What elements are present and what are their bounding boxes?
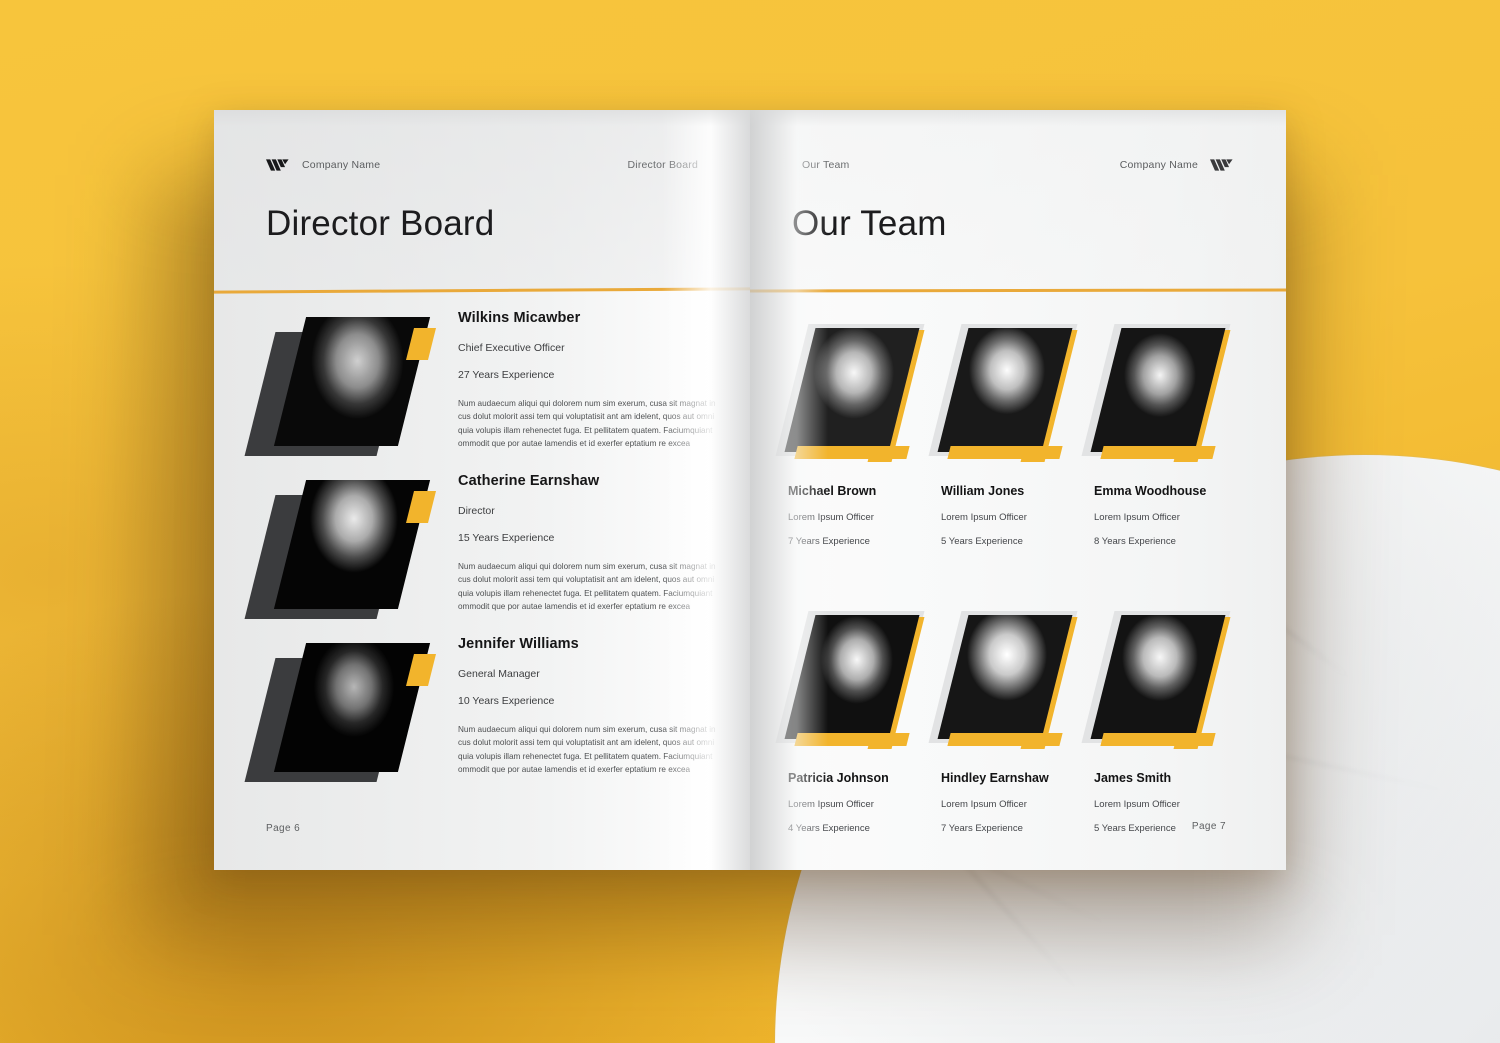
team-grid: Michael Brown Lorem Ipsum Officer 7 Year…: [775, 324, 1248, 834]
member-role: Lorem Ipsum Officer: [1094, 512, 1180, 523]
brochure-spread: Company Name Director Board Director Boa…: [214, 110, 1286, 870]
company-logo-icon: [266, 157, 290, 173]
member-name: Michael Brown: [788, 484, 877, 498]
right-page: Our Team Company Name Our Team Michael B…: [750, 110, 1286, 870]
member-photo-frame: [1081, 611, 1242, 757]
director-text-block: Catherine Earnshaw Director 15 Years Exp…: [458, 473, 738, 613]
team-member-card: William Jones Lorem Ipsum Officer 5 Year…: [928, 324, 1094, 547]
yellow-accent-bar: [947, 446, 1063, 459]
member-name: William Jones: [941, 484, 1025, 498]
team-member-card: Emma Woodhouse Lorem Ipsum Officer 8 Yea…: [1081, 324, 1247, 547]
member-experience: 5 Years Experience: [941, 536, 1023, 547]
member-name: Patricia Johnson: [788, 771, 889, 785]
director-name: Catherine Earnshaw: [458, 473, 600, 489]
member-photo-frame: [775, 611, 936, 757]
director-bio: Num audaecum aliqui qui dolorem num sim …: [458, 562, 716, 611]
director-row: Catherine Earnshaw Director 15 Years Exp…: [214, 469, 750, 632]
member-experience: 7 Years Experience: [941, 823, 1023, 834]
member-photo-frame: [928, 611, 1089, 757]
left-running-header: Company Name Director Board: [266, 154, 698, 176]
director-photo-frame: [244, 640, 436, 783]
right-section-label: Our Team: [802, 159, 850, 171]
member-role: Lorem Ipsum Officer: [1094, 799, 1180, 810]
member-experience: 8 Years Experience: [1094, 536, 1176, 547]
member-name: Emma Woodhouse: [1094, 484, 1207, 498]
team-member-card: James Smith Lorem Ipsum Officer 5 Years …: [1081, 611, 1247, 834]
member-experience: 4 Years Experience: [788, 823, 870, 834]
director-role: Director: [458, 505, 495, 517]
yellow-accent-bar: [794, 446, 910, 459]
company-name-label: Company Name: [1119, 159, 1198, 171]
director-experience: 15 Years Experience: [458, 532, 555, 544]
member-photo-frame: [928, 324, 1089, 470]
director-row: Wilkins Micawber Chief Executive Officer…: [214, 306, 750, 469]
director-text-block: Wilkins Micawber Chief Executive Officer…: [458, 310, 738, 450]
left-page-title: Director Board: [266, 204, 495, 243]
yellow-accent-bar: [947, 733, 1063, 746]
director-role: Chief Executive Officer: [458, 342, 565, 354]
director-bio: Num audaecum aliqui qui dolorem num sim …: [458, 399, 716, 448]
yellow-accent-bar: [1100, 446, 1216, 459]
director-experience: 27 Years Experience: [458, 369, 555, 381]
company-logo-icon: [1210, 157, 1234, 173]
left-page: Company Name Director Board Director Boa…: [214, 110, 750, 870]
right-header-band: [750, 110, 1286, 290]
left-section-label: Director Board: [627, 159, 698, 171]
right-page-title: Our Team: [792, 204, 947, 243]
scene-backdrop: Company Name Director Board Director Boa…: [0, 0, 1500, 1043]
right-running-header: Our Team Company Name: [802, 154, 1234, 176]
left-header-rule: [214, 287, 750, 294]
director-row: Jennifer Williams General Manager 10 Yea…: [214, 632, 750, 795]
team-member-card: Hindley Earnshaw Lorem Ipsum Officer 7 Y…: [928, 611, 1094, 834]
member-role: Lorem Ipsum Officer: [788, 799, 874, 810]
director-name: Wilkins Micawber: [458, 310, 581, 326]
director-photo-frame: [244, 314, 436, 457]
member-photo-frame: [775, 324, 936, 470]
member-role: Lorem Ipsum Officer: [941, 512, 1027, 523]
director-bio: Num audaecum aliqui qui dolorem num sim …: [458, 725, 716, 774]
member-role: Lorem Ipsum Officer: [941, 799, 1027, 810]
member-name: Hindley Earnshaw: [941, 771, 1049, 785]
member-photo-frame: [1081, 324, 1242, 470]
team-member-card: Patricia Johnson Lorem Ipsum Officer 4 Y…: [775, 611, 941, 834]
director-text-block: Jennifer Williams General Manager 10 Yea…: [458, 636, 738, 776]
director-experience: 10 Years Experience: [458, 695, 555, 707]
member-role: Lorem Ipsum Officer: [788, 512, 874, 523]
left-page-number: Page 6: [266, 823, 301, 834]
director-name: Jennifer Williams: [458, 636, 579, 652]
left-header-band: [214, 110, 750, 290]
member-experience: 7 Years Experience: [788, 536, 870, 547]
right-page-number: Page 7: [1191, 821, 1226, 832]
yellow-accent-bar: [1100, 733, 1216, 746]
director-list: Wilkins Micawber Chief Executive Officer…: [214, 306, 750, 795]
director-role: General Manager: [458, 668, 540, 680]
member-name: James Smith: [1094, 771, 1172, 785]
right-header-rule: [750, 288, 1286, 293]
company-name-label: Company Name: [302, 159, 381, 171]
yellow-accent-bar: [794, 733, 910, 746]
director-photo-frame: [244, 477, 436, 620]
team-member-card: Michael Brown Lorem Ipsum Officer 7 Year…: [775, 324, 941, 547]
